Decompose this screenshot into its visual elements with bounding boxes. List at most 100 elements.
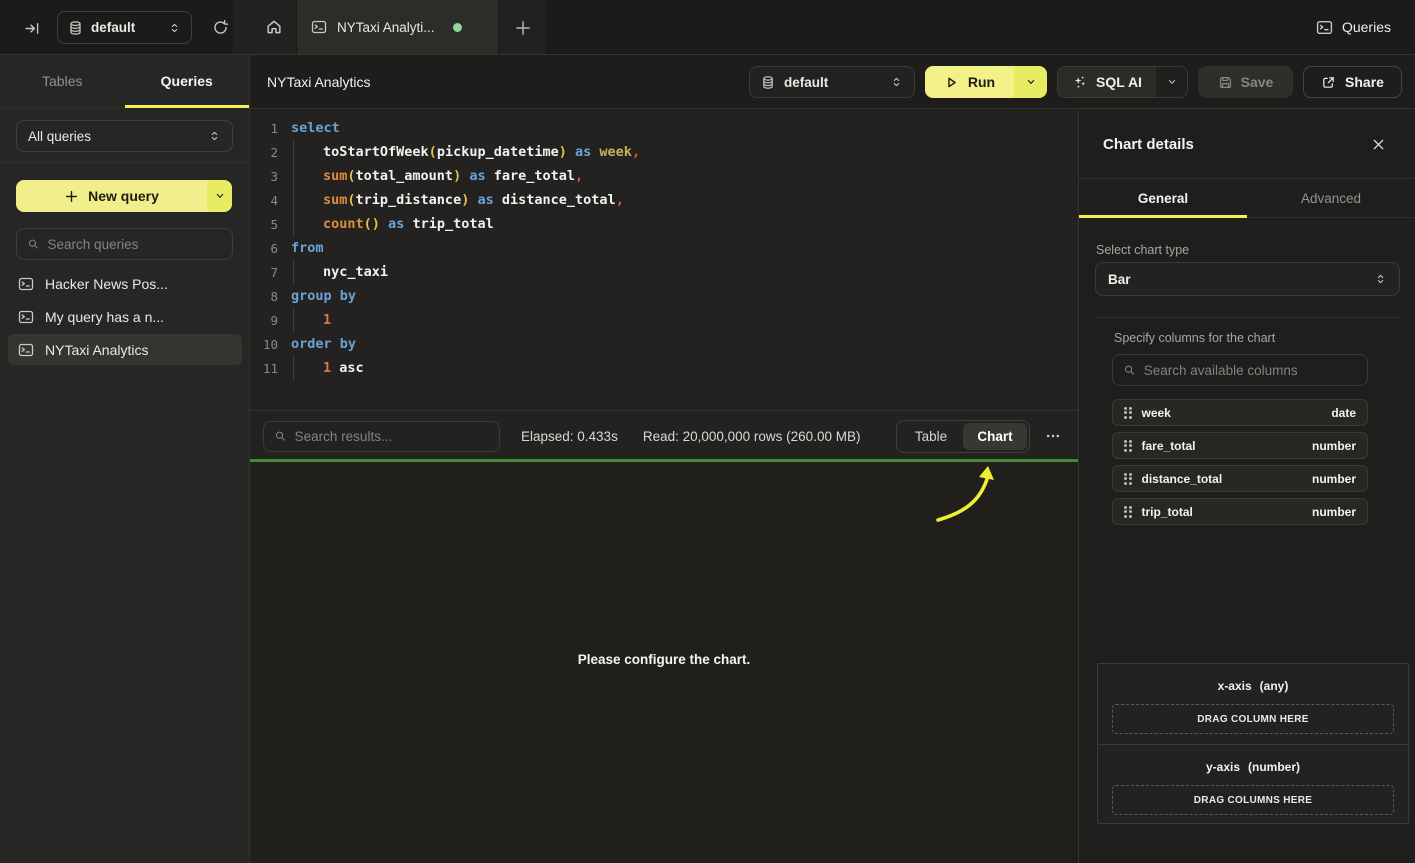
code-line: 3sum(total_amount) as fare_total, xyxy=(250,164,1078,188)
database-icon xyxy=(68,20,83,36)
line-number: 6 xyxy=(250,241,278,256)
left-sidebar: TablesQueries All queries New query xyxy=(0,55,250,863)
save-button[interactable]: Save xyxy=(1198,66,1293,98)
y-axis-drop-zone[interactable]: DRAG COLUMNS HERE xyxy=(1112,785,1394,815)
column-row[interactable]: fare_totalnumber xyxy=(1112,432,1368,459)
query-filter-value: All queries xyxy=(28,129,91,144)
page-title: NYTaxi Analytics xyxy=(267,55,370,109)
chart-details-header: Chart details xyxy=(1079,110,1415,179)
editor-actions: default Run xyxy=(749,66,1402,98)
view-toggle: TableChart xyxy=(896,420,1030,453)
query-list-item[interactable]: Hacker News Pos... xyxy=(8,268,242,299)
drag-handle-icon[interactable] xyxy=(1124,506,1132,518)
results-search[interactable] xyxy=(263,421,500,452)
share-button[interactable]: Share xyxy=(1303,66,1402,98)
column-row[interactable]: distance_totalnumber xyxy=(1112,465,1368,492)
annotation-arrow xyxy=(928,464,1006,528)
chevron-up-down-icon xyxy=(890,75,903,89)
drag-handle-icon[interactable] xyxy=(1124,440,1132,452)
column-type: number xyxy=(1312,505,1356,519)
play-icon xyxy=(944,75,959,90)
unsaved-indicator-dot xyxy=(453,23,462,32)
top-bar: default NYTaxi Analyti... xyxy=(0,0,1415,55)
query-search-input[interactable] xyxy=(48,237,222,252)
collapse-sidebar-button[interactable] xyxy=(18,14,46,42)
new-query-button[interactable]: New query xyxy=(16,180,232,212)
code-line: 10order by xyxy=(250,332,1078,356)
refresh-icon xyxy=(212,19,229,36)
plus-icon xyxy=(514,19,532,37)
results-more-button[interactable] xyxy=(1038,421,1068,451)
line-number: 7 xyxy=(250,265,278,280)
x-axis-hint: (any) xyxy=(1260,679,1289,693)
code-line: 7nyc_taxi xyxy=(250,260,1078,284)
sql-ai-dropdown[interactable] xyxy=(1156,67,1187,97)
sidebar-tab-queries[interactable]: Queries xyxy=(125,55,250,107)
chevron-down-icon xyxy=(1166,76,1178,88)
sparkles-icon xyxy=(1072,74,1088,90)
query-list-item[interactable]: NYTaxi Analytics xyxy=(8,334,242,365)
column-row[interactable]: trip_total number xyxy=(1112,498,1368,525)
query-filter-select[interactable]: All queries xyxy=(16,120,233,152)
queries-shortcut-button[interactable]: Queries xyxy=(1316,0,1391,54)
new-tab-button[interactable] xyxy=(508,14,538,42)
line-number: 3 xyxy=(250,169,278,184)
topbar-database-value: default xyxy=(91,20,135,35)
chevron-up-down-icon xyxy=(168,21,181,35)
y-axis-section: y-axis(number) DRAG COLUMNS HERE xyxy=(1098,744,1408,824)
y-axis-hint: (number) xyxy=(1248,760,1300,774)
x-axis-drop-zone[interactable]: DRAG COLUMN HERE xyxy=(1112,704,1394,734)
query-search[interactable] xyxy=(16,228,233,260)
columns-search[interactable] xyxy=(1112,354,1368,386)
editor-title-bar: NYTaxi Analytics default xyxy=(250,55,1415,109)
sql-ai-button[interactable]: SQL AI xyxy=(1058,67,1156,97)
query-item-label: NYTaxi Analytics xyxy=(45,342,148,358)
column-name: trip_total xyxy=(1142,505,1302,519)
drag-handle-icon[interactable] xyxy=(1124,473,1132,485)
refresh-button[interactable] xyxy=(206,13,234,41)
chart-type-select[interactable]: Bar xyxy=(1095,262,1400,296)
sql-ai-label: SQL AI xyxy=(1096,74,1142,90)
column-name: week xyxy=(1142,406,1322,420)
read-stat: Read: 20,000,000 rows (260.00 MB) xyxy=(643,429,861,444)
results-search-input[interactable] xyxy=(295,429,489,444)
sidebar-tab-tables[interactable]: Tables xyxy=(0,55,125,107)
close-panel-button[interactable] xyxy=(1365,131,1391,157)
code-line: 1select xyxy=(250,116,1078,140)
home-tab[interactable] xyxy=(252,0,296,54)
database-icon xyxy=(761,75,775,90)
chart-area: Please configure the chart. xyxy=(250,462,1078,863)
topbar-database-selector[interactable]: default xyxy=(57,11,192,44)
share-label: Share xyxy=(1345,74,1384,90)
view-tab-chart[interactable]: Chart xyxy=(963,423,1027,450)
drag-handle-icon[interactable] xyxy=(1124,407,1132,419)
column-row[interactable]: weekdate xyxy=(1112,399,1368,426)
editor-database-selector[interactable]: default xyxy=(749,66,915,98)
chart-type-label: Select chart type xyxy=(1096,243,1189,257)
search-icon xyxy=(1123,363,1136,377)
columns-list: weekdate fare_totalnumber distance_totalnu… xyxy=(1112,399,1368,525)
tab-nytaxi-analytics[interactable]: NYTaxi Analyti... xyxy=(296,0,499,54)
elapsed-stat: Elapsed: 0.433s xyxy=(521,429,618,444)
chart-empty-message: Please configure the chart. xyxy=(250,652,1078,667)
query-list-item[interactable]: My query has a n... xyxy=(8,301,242,332)
chart-panel-tabs: GeneralAdvanced xyxy=(1079,179,1415,218)
column-type: number xyxy=(1312,439,1356,453)
run-options-dropdown[interactable] xyxy=(1014,66,1047,98)
sql-editor[interactable]: 1select2toStartOfWeek(pickup_datetime) a… xyxy=(250,110,1078,410)
new-query-main[interactable]: New query xyxy=(16,180,207,212)
run-label: Run xyxy=(968,74,995,90)
new-query-dropdown[interactable] xyxy=(207,180,232,212)
panel-tab-general[interactable]: General xyxy=(1079,179,1247,217)
query-list: Hacker News Pos... My query has a n... NYT… xyxy=(8,268,242,365)
terminal-icon xyxy=(18,276,34,292)
code-line: 8group by xyxy=(250,284,1078,308)
query-item-label: Hacker News Pos... xyxy=(45,276,168,292)
sql-console-app: default NYTaxi Analyti... xyxy=(0,0,1415,863)
view-tab-table[interactable]: Table xyxy=(899,423,963,450)
results-toolbar: Elapsed: 0.433s Read: 20,000,000 rows (2… xyxy=(250,410,1078,461)
column-type: number xyxy=(1312,472,1356,486)
panel-tab-advanced[interactable]: Advanced xyxy=(1247,179,1415,217)
columns-search-input[interactable] xyxy=(1144,363,1357,378)
run-button[interactable]: Run xyxy=(925,66,1014,98)
